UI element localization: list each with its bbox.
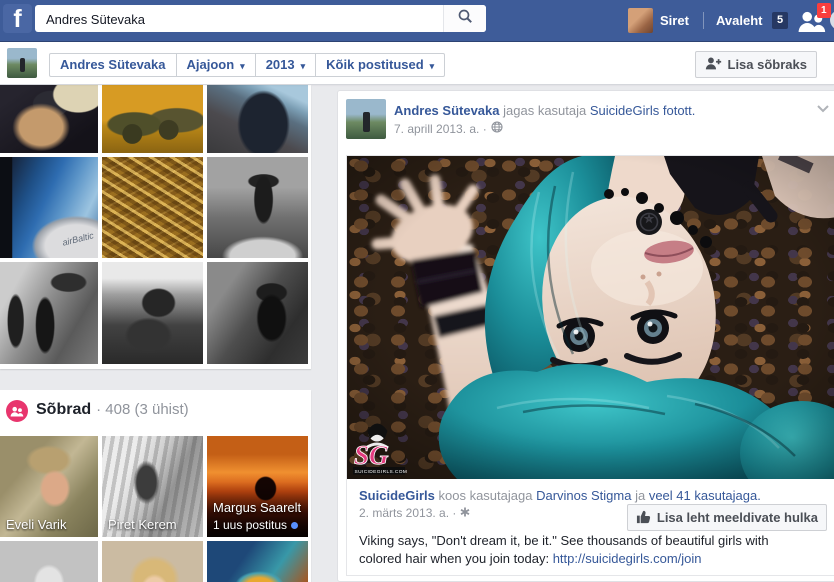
photo-tile[interactable] — [102, 85, 203, 153]
facebook-page: f Siret Avaleht 5 1 Andres Sütevaka Ajaj… — [0, 0, 834, 582]
filter-dropdown[interactable]: Kõik postitused — [315, 53, 446, 77]
photo-tile[interactable] — [102, 157, 203, 258]
friend-tile[interactable] — [0, 541, 98, 582]
timeline-dropdown[interactable]: Ajajoon — [175, 53, 256, 77]
friends-icon — [6, 400, 28, 422]
friends-section-title[interactable]: Sõbrad · 408 (3 ühist) — [36, 401, 189, 419]
friend-name[interactable]: Margus Saarelt — [213, 500, 301, 515]
tagged-user-link[interactable]: Darvinos Stigma — [536, 488, 631, 503]
post-card: Andres Sütevaka jagas kasutaja SuicideGi… — [337, 90, 834, 582]
search-button[interactable] — [443, 5, 486, 32]
search-box — [35, 5, 486, 34]
suicidegirls-join-link[interactable]: http://suicidegirls.com/join — [553, 551, 702, 566]
post-action-suffix[interactable]: fotott. — [663, 103, 696, 118]
post-meta: 7. aprill 2013. a. · — [394, 121, 503, 136]
friend-tile[interactable] — [102, 541, 203, 582]
add-friend-button[interactable]: Lisa sõbraks — [694, 51, 817, 78]
post-menu-chevron[interactable] — [816, 101, 832, 117]
friend-tile[interactable]: Piret Kerem — [102, 436, 203, 537]
more-tagged-link[interactable]: veel 41 kasutajaga. — [649, 488, 761, 503]
shared-post-container: SG SUICIDEGIRLS.COM SuicideGirls koos ka… — [346, 155, 834, 576]
current-user-avatar[interactable] — [628, 8, 653, 33]
post-action-text: jagas kasutaja — [503, 103, 587, 118]
current-user-name[interactable]: Siret — [660, 13, 689, 28]
profile-name-tab[interactable]: Andres Sütevaka — [49, 53, 177, 77]
globe-icon — [491, 121, 503, 136]
friend-requests-badge: 1 — [817, 3, 831, 18]
shared-page-link[interactable]: SuicideGirls — [359, 488, 435, 503]
post-author-link[interactable]: Andres Sütevaka — [394, 103, 500, 118]
chevron-down-icon — [301, 61, 306, 71]
profile-toolbar: Andres Sütevaka Ajajoon 2013 Kõik postit… — [0, 41, 834, 85]
chevron-down-icon — [430, 61, 435, 71]
friends-section-card: Sõbrad · 408 (3 ühist) Eveli Varik Piret … — [0, 390, 311, 582]
photo-tile[interactable] — [0, 262, 98, 364]
photo-tile[interactable]: airBaltic — [0, 157, 98, 258]
with-text: koos kasutajaga — [438, 488, 533, 503]
friend-new-posts-badge: 1 uus postitus — [213, 518, 299, 532]
chevron-down-icon — [240, 61, 245, 71]
shared-photo[interactable]: SG SUICIDEGIRLS.COM — [347, 156, 834, 479]
post-author-avatar[interactable] — [346, 99, 386, 139]
shared-post-byline: SuicideGirls koos kasutajaga Darvinos St… — [347, 479, 834, 504]
search-input[interactable] — [44, 5, 438, 34]
airbaltic-engine-label: airBaltic — [61, 230, 95, 248]
photo-tile[interactable] — [207, 262, 308, 364]
photo-tile[interactable] — [102, 262, 203, 364]
add-person-icon — [705, 56, 722, 73]
top-nav-bar: f Siret Avaleht 5 1 — [0, 0, 834, 42]
friend-name[interactable]: Eveli Varik — [6, 517, 66, 532]
friend-tile[interactable]: Eveli Varik — [0, 436, 98, 537]
photo-tile[interactable] — [207, 85, 308, 153]
friend-name[interactable]: Piret Kerem — [108, 517, 177, 532]
photo-tile[interactable] — [207, 157, 308, 258]
timeline-nav: Andres Sütevaka Ajajoon 2013 Kõik postit… — [49, 53, 446, 77]
svg-text:SG: SG — [354, 440, 389, 470]
friend-tile[interactable] — [207, 541, 308, 582]
shared-post-date[interactable]: 2. märts 2013. a. · — [359, 506, 456, 520]
like-page-button[interactable]: Lisa leht meeldivate hulka — [626, 504, 827, 531]
home-link[interactable]: Avaleht — [716, 13, 762, 28]
nav-divider — [703, 12, 704, 29]
photos-grid-card: airBaltic — [0, 85, 311, 369]
post-page-link[interactable]: SuicideGirls — [590, 103, 659, 118]
facebook-logo[interactable]: f — [3, 4, 32, 33]
post-header: Andres Sütevaka jagas kasutaja SuicideGi… — [394, 102, 794, 119]
friends-count: · 408 (3 ühist) — [96, 401, 189, 418]
unread-dot — [291, 522, 299, 529]
search-icon — [457, 8, 473, 29]
profile-thumbnail[interactable] — [7, 48, 37, 78]
year-dropdown[interactable]: 2013 — [254, 53, 317, 77]
post-date[interactable]: 7. aprill 2013. a. · — [394, 122, 487, 136]
thumbs-up-icon — [636, 509, 651, 527]
messages-icon[interactable] — [830, 10, 834, 30]
home-notification-badge: 5 — [772, 12, 789, 29]
friend-tile[interactable]: Margus Saarelt 1 uus postitus — [207, 436, 308, 537]
custom-privacy-icon — [460, 506, 470, 520]
conjunction-text: ja — [635, 488, 646, 503]
svg-text:SUICIDEGIRLS.COM: SUICIDEGIRLS.COM — [355, 469, 408, 475]
photo-tile[interactable] — [0, 85, 98, 153]
